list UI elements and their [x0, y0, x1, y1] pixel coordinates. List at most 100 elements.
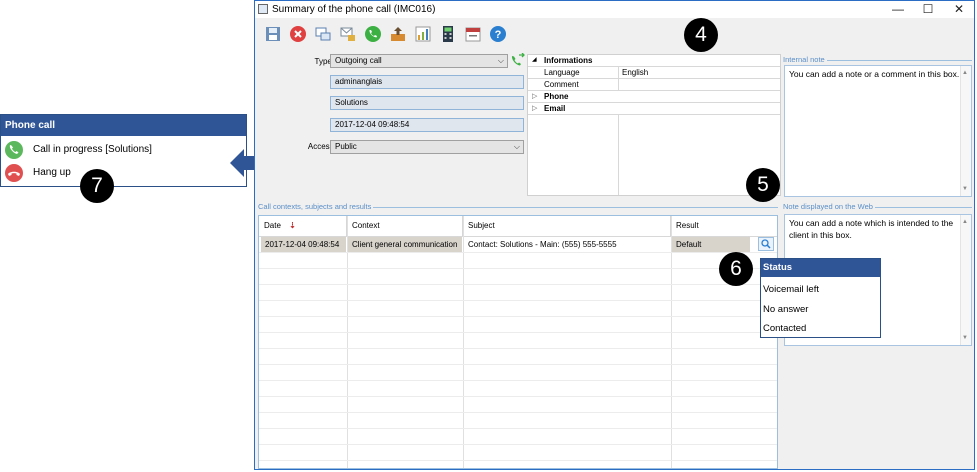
make-call-icon[interactable]	[510, 53, 526, 69]
close-button[interactable]: ✕	[944, 1, 974, 18]
column-header-subject[interactable]: Subject	[463, 216, 671, 236]
save-icon	[266, 27, 280, 41]
cancel-button[interactable]	[288, 24, 308, 44]
to-field[interactable]: Solutions	[330, 96, 524, 110]
type-of-call-value: Outgoing call	[335, 56, 382, 65]
email-button[interactable]	[338, 24, 358, 44]
callout-badge-7: 7	[80, 169, 114, 203]
section-phone[interactable]: ▷ Phone	[528, 91, 780, 103]
scrollbar[interactable]: ▲ ▼	[960, 215, 971, 345]
help-icon: ?	[490, 26, 506, 42]
status-option-voicemail[interactable]: Voicemail left	[763, 284, 819, 295]
svg-text:?: ?	[495, 29, 502, 41]
property-grid: ◢ Informations Language English Comment …	[527, 54, 781, 196]
hang-up-item[interactable]: Hang up	[5, 163, 243, 183]
status-header: Status	[761, 259, 880, 277]
collapse-icon: ◢	[532, 57, 537, 63]
informations-header: Informations	[544, 56, 593, 65]
property-row-comment[interactable]: Comment	[528, 79, 780, 91]
call-icon	[365, 26, 381, 42]
row-divider	[259, 316, 777, 317]
export-button[interactable]	[388, 24, 408, 44]
window-title: Summary of the phone call (IMC016)	[272, 4, 436, 15]
column-header-context[interactable]: Context	[347, 216, 463, 236]
contexts-table: Date ⇣ Context Subject Result 2017-12-04…	[258, 215, 778, 469]
column-header-date[interactable]: Date ⇣	[259, 216, 347, 236]
date-field[interactable]: 2017-12-04 09:48:54	[330, 118, 524, 132]
callout-badge-4: 4	[684, 18, 718, 52]
accessible-to-value: Public	[335, 142, 357, 151]
cell-divider	[618, 67, 619, 78]
callout-badge-5: 5	[746, 168, 780, 202]
transfer-icon	[315, 27, 331, 41]
row-date-cell: 2017-12-04 09:48:54	[261, 237, 346, 252]
from-field[interactable]: adminanglais	[330, 75, 524, 89]
row-divider	[259, 300, 777, 301]
column-divider	[347, 216, 348, 468]
table-row[interactable]: 2017-12-04 09:48:54 Client general commu…	[259, 237, 777, 252]
internal-note-textbox[interactable]: You can add a note or a comment in this …	[784, 65, 972, 197]
call-in-progress-label: Call in progress [Solutions]	[33, 144, 152, 155]
status-dropdown: Status Voicemail left No answer Contacte…	[760, 258, 881, 338]
row-divider	[259, 252, 777, 253]
language-key: Language	[544, 68, 580, 77]
row-divider	[259, 364, 777, 365]
row-divider	[259, 348, 777, 349]
chart-button[interactable]	[413, 24, 433, 44]
section-informations[interactable]: ◢ Informations	[528, 55, 780, 67]
property-row-language[interactable]: Language English	[528, 67, 780, 79]
phone-header: Phone	[544, 92, 569, 101]
cancel-icon	[290, 26, 306, 42]
call-summary-window: Summary of the phone call (IMC016) — ☐ ✕	[254, 0, 975, 470]
row-divider	[259, 412, 777, 413]
hang-up-icon	[5, 164, 23, 182]
row-divider	[259, 396, 777, 397]
chevron-down-icon: ⌵	[497, 56, 504, 65]
row-divider	[259, 444, 777, 445]
row-result-cell: Default	[672, 237, 750, 252]
expand-icon: ▷	[532, 105, 538, 112]
help-button[interactable]: ?	[488, 24, 508, 44]
email-header: Email	[544, 104, 566, 113]
call-in-progress-item[interactable]: Call in progress [Solutions]	[5, 140, 243, 160]
calculator-icon	[443, 26, 453, 42]
email-icon	[340, 27, 355, 41]
magnifier-icon	[761, 239, 771, 249]
row-divider	[259, 284, 777, 285]
web-note-title: Note displayed on the Web	[783, 202, 875, 211]
contexts-title: Call contexts, subjects and results	[258, 202, 374, 211]
type-of-call-select[interactable]: Outgoing call ⌵	[330, 54, 508, 68]
internal-note-title: Internal note	[783, 55, 827, 64]
internal-note-text: You can add a note or a comment in this …	[789, 69, 960, 79]
hang-up-label: Hang up	[33, 167, 71, 178]
chart-icon	[415, 26, 431, 42]
date-header-label: Date	[264, 221, 281, 230]
transfer-button[interactable]	[313, 24, 333, 44]
toolbar: ?	[257, 21, 517, 47]
row-divider	[259, 428, 777, 429]
export-icon	[391, 27, 405, 41]
column-header-result[interactable]: Result	[671, 216, 777, 236]
language-value: English	[622, 68, 649, 77]
result-lookup-button[interactable]	[758, 237, 774, 251]
phone-call-title: Phone call	[1, 115, 246, 136]
column-divider	[671, 216, 672, 468]
call-button[interactable]	[363, 24, 383, 44]
chevron-down-icon: ⌵	[513, 142, 520, 151]
phone-green-icon	[5, 141, 23, 159]
callout-badge-6: 6	[719, 252, 753, 286]
row-divider	[259, 268, 777, 269]
cell-divider	[618, 79, 619, 90]
status-option-no-answer[interactable]: No answer	[763, 304, 808, 315]
expand-icon: ▷	[532, 93, 538, 100]
scrollbar[interactable]: ▲ ▼	[960, 66, 971, 196]
calendar-button[interactable]	[463, 24, 483, 44]
minimize-button[interactable]: —	[883, 1, 913, 18]
save-button[interactable]	[263, 24, 283, 44]
maximize-button[interactable]: ☐	[913, 1, 943, 18]
status-option-contacted[interactable]: Contacted	[763, 323, 806, 334]
accessible-to-select[interactable]: Public ⌵	[330, 140, 524, 154]
calculator-button[interactable]	[438, 24, 458, 44]
comment-key: Comment	[544, 80, 579, 89]
section-email[interactable]: ▷ Email	[528, 103, 780, 115]
